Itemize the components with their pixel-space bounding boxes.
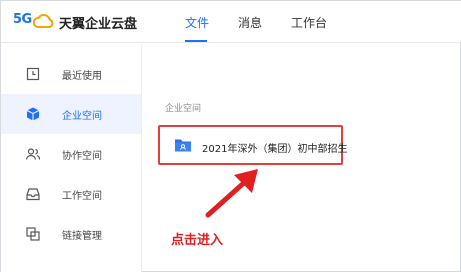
- link-icon: [26, 227, 40, 241]
- brand-name: 天翼企业云盘: [59, 17, 138, 32]
- folder-name: 2021年深外（集团）初中部招生: [202, 144, 348, 155]
- pointer-arrow: [205, 169, 258, 218]
- nav-tab-files[interactable]: 文件: [185, 14, 209, 31]
- recent-icon: [26, 67, 40, 81]
- cloud-logo-icon: [33, 14, 54, 28]
- collaboration-icon: [25, 148, 41, 160]
- folder-row[interactable]: 2021年深外（集团）初中部招生: [158, 125, 347, 165]
- sidebar-item-label: 工作空间: [62, 191, 102, 202]
- sidebar-item-work-space[interactable]: 工作空间: [1, 174, 141, 214]
- sidebar-item-label: 最近使用: [62, 71, 102, 82]
- workspace-icon: [26, 188, 40, 201]
- nav-tab-messages[interactable]: 消息: [238, 14, 262, 31]
- logo-5g: 5G: [13, 12, 32, 27]
- active-tab-indicator: [185, 40, 207, 42]
- app-window: 5G 天翼企业云盘 文件 消息 工作台 最近使用 企业空间 协作空间 工作空间 …: [0, 0, 461, 272]
- nav-tab-workbench[interactable]: 工作台: [291, 14, 327, 31]
- folder-icon: [175, 139, 191, 152]
- annotation-hint-text: 点击进入: [171, 233, 224, 248]
- sidebar-item-recent[interactable]: 最近使用: [1, 54, 141, 94]
- sidebar-item-collaboration-space[interactable]: 协作空间: [1, 134, 141, 174]
- top-navigation-bar: 5G 天翼企业云盘 文件 消息 工作台: [1, 1, 461, 43]
- sidebar-item-label: 协作空间: [62, 151, 102, 162]
- sidebar: 最近使用 企业空间 协作空间 工作空间 链接管理: [1, 44, 142, 272]
- sidebar-item-link-management[interactable]: 链接管理: [1, 214, 141, 254]
- sidebar-item-enterprise-space[interactable]: 企业空间: [1, 94, 141, 134]
- sidebar-item-label: 链接管理: [62, 231, 102, 242]
- sidebar-item-label: 企业空间: [62, 111, 102, 122]
- section-title: 企业空间: [165, 104, 202, 114]
- cube-icon: [26, 107, 40, 121]
